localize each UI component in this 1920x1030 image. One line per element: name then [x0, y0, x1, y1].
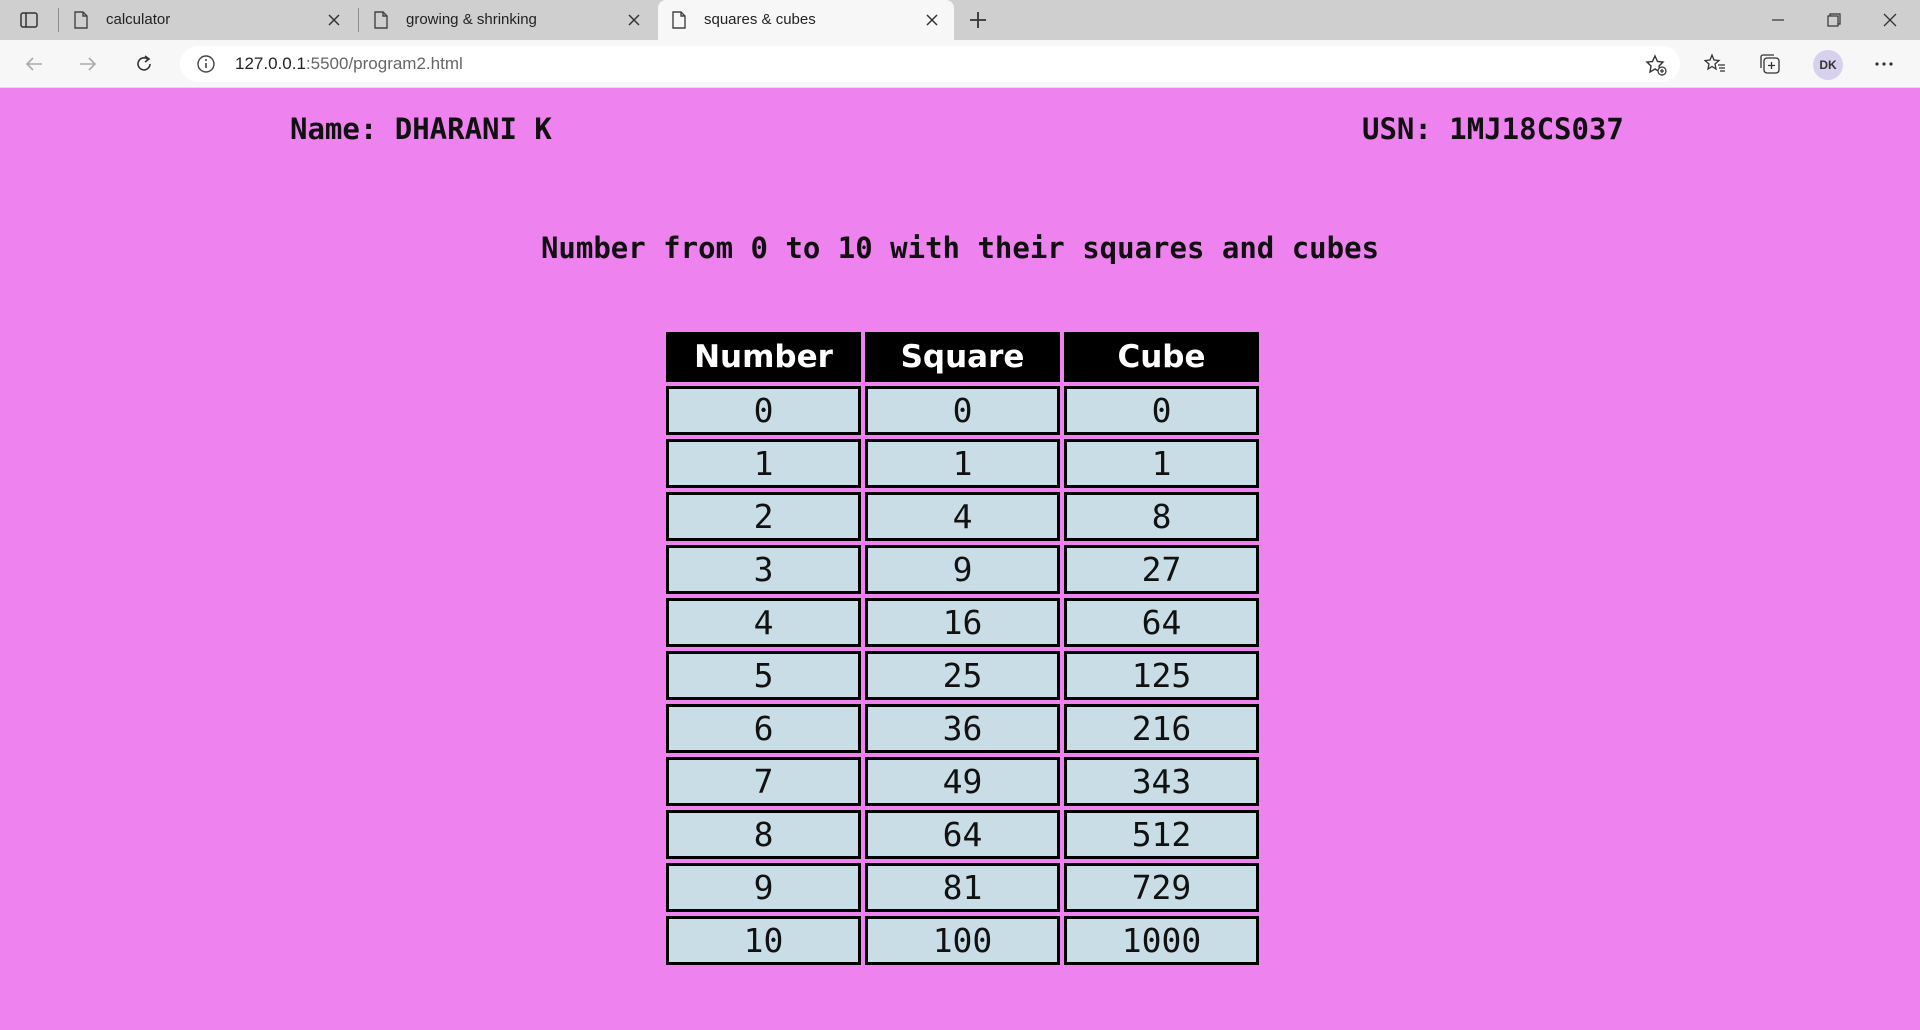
tab-title: squares & cubes [704, 11, 816, 28]
table-row: 248 [666, 492, 1259, 541]
square-cell: 100 [865, 916, 1060, 965]
back-button[interactable] [18, 48, 50, 80]
info-icon[interactable] [196, 54, 216, 74]
student-usn: USN: 1MJ18CS037 [1362, 112, 1624, 146]
square-cell: 4 [865, 492, 1060, 541]
page-icon [74, 11, 88, 29]
table-row: 6 36 216 [666, 704, 1259, 753]
table-row: 000 [666, 386, 1259, 435]
tab-actions-icon [20, 12, 38, 28]
tab-squares-cubes[interactable]: squares & cubes [658, 0, 954, 40]
cube-cell: 729 [1064, 863, 1259, 912]
square-cell: 0 [865, 386, 1060, 435]
tab-calculator[interactable]: calculator [60, 0, 356, 40]
close-window-button[interactable] [1862, 0, 1918, 40]
cube-cell: 512 [1064, 810, 1259, 859]
profile-avatar[interactable]: DK [1813, 50, 1843, 80]
restore-button[interactable] [1806, 0, 1862, 40]
square-cell: 25 [865, 651, 1060, 700]
page-icon [672, 11, 686, 29]
close-tab-icon[interactable] [922, 10, 942, 30]
tab-actions-button[interactable] [16, 8, 42, 32]
table-row: 9 81 729 [666, 863, 1259, 912]
close-tab-icon[interactable] [624, 10, 644, 30]
collections-icon [1760, 54, 1780, 74]
table-header-row: Number Square Cube [666, 332, 1259, 382]
cube-cell: 27 [1064, 545, 1259, 594]
address-bar[interactable]: 127.0.0.1:5500/program2.html [180, 46, 1680, 82]
number-cell: 10 [666, 916, 861, 965]
cube-cell: 1000 [1064, 916, 1259, 965]
tab-strip: calculator growing & shrinking squares &… [0, 0, 1920, 40]
number-cell: 2 [666, 492, 861, 541]
restore-icon [1827, 13, 1841, 27]
table-row: 4 16 64 [666, 598, 1259, 647]
square-cell: 36 [865, 704, 1060, 753]
number-cell: 7 [666, 757, 861, 806]
square-cell: 64 [865, 810, 1060, 859]
column-header-square: Square [865, 332, 1060, 382]
reload-icon [137, 55, 151, 71]
table-row: 10 100 1000 [666, 916, 1259, 965]
number-cell: 9 [666, 863, 861, 912]
squares-cubes-table: Number Square Cube 000 111 248 3 9 27 4 16 6… [662, 328, 1263, 969]
close-icon [1883, 13, 1897, 27]
square-cell: 49 [865, 757, 1060, 806]
tab-growing-shrinking[interactable]: growing & shrinking [360, 0, 656, 40]
plus-icon [970, 12, 986, 28]
square-cell: 16 [865, 598, 1060, 647]
settings-more-button[interactable] [1868, 48, 1900, 80]
table-row: 5 25 125 [666, 651, 1259, 700]
tab-title: growing & shrinking [406, 11, 537, 28]
table-row: 111 [666, 439, 1259, 488]
back-arrow-icon [25, 57, 42, 71]
url-host: 127.0.0.1 [235, 54, 306, 73]
cube-cell: 343 [1064, 757, 1259, 806]
cube-cell: 216 [1064, 704, 1259, 753]
number-cell: 5 [666, 651, 861, 700]
table-row: 3 9 27 [666, 545, 1259, 594]
favorites-button[interactable] [1699, 48, 1731, 80]
column-header-number: Number [666, 332, 861, 382]
forward-button[interactable] [72, 48, 104, 80]
column-header-cube: Cube [1064, 332, 1259, 382]
reload-button[interactable] [128, 48, 160, 80]
number-cell: 8 [666, 810, 861, 859]
forward-arrow-icon [80, 57, 97, 71]
collections-button[interactable] [1754, 48, 1786, 80]
square-cell: 1 [865, 439, 1060, 488]
cube-cell: 0 [1064, 386, 1259, 435]
tab-divider [58, 8, 59, 32]
page-content: Name: DHARANI K USN: 1MJ18CS037 Number f… [0, 88, 1920, 1030]
cube-cell: 125 [1064, 651, 1259, 700]
number-cell: 4 [666, 598, 861, 647]
tab-title: calculator [106, 11, 171, 28]
add-favorite-icon[interactable] [1644, 53, 1668, 77]
url-path: :5500/program2.html [305, 54, 463, 73]
browser-toolbar: 127.0.0.1:5500/program2.html [0, 40, 1920, 88]
cube-cell: 8 [1064, 492, 1259, 541]
new-tab-button[interactable] [964, 6, 992, 34]
tab-divider [358, 8, 359, 32]
number-cell: 6 [666, 704, 861, 753]
square-cell: 81 [865, 863, 1060, 912]
number-cell: 3 [666, 545, 861, 594]
minimize-button[interactable] [1750, 0, 1806, 40]
page-heading: Number from 0 to 10 with their squares a… [540, 231, 1380, 265]
number-cell: 0 [666, 386, 861, 435]
minimize-icon [1772, 19, 1784, 21]
favorites-icon [1704, 53, 1725, 72]
cube-cell: 64 [1064, 598, 1259, 647]
number-cell: 1 [666, 439, 861, 488]
page-icon [374, 11, 388, 29]
table-row: 8 64 512 [666, 810, 1259, 859]
cube-cell: 1 [1064, 439, 1259, 488]
url-text[interactable]: 127.0.0.1:5500/program2.html [235, 54, 463, 74]
student-name: Name: DHARANI K [290, 112, 552, 146]
more-icon [1875, 62, 1893, 66]
table-row: 7 49 343 [666, 757, 1259, 806]
square-cell: 9 [865, 545, 1060, 594]
close-tab-icon[interactable] [324, 10, 344, 30]
